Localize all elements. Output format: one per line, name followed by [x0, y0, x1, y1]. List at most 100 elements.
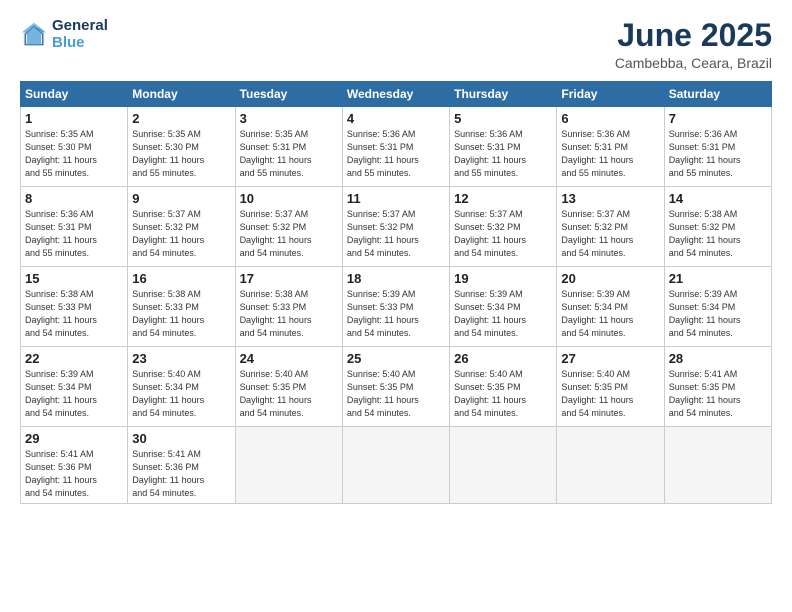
day-number: 25: [347, 351, 445, 366]
cell-content: Sunrise: 5:37 AMSunset: 5:32 PMDaylight:…: [561, 208, 659, 260]
table-row: 4 Sunrise: 5:36 AMSunset: 5:31 PMDaylight…: [342, 107, 449, 187]
day-number: 8: [25, 191, 123, 206]
cell-content: Sunrise: 5:39 AMSunset: 5:34 PMDaylight:…: [25, 368, 123, 420]
day-number: 9: [132, 191, 230, 206]
day-number: 29: [25, 431, 123, 446]
calendar-table: Sunday Monday Tuesday Wednesday Thursday…: [20, 81, 772, 504]
day-number: 3: [240, 111, 338, 126]
table-row: 21Sunrise: 5:39 AMSunset: 5:34 PMDayligh…: [664, 267, 771, 347]
table-row: 1 Sunrise: 5:35 AMSunset: 5:30 PMDaylight…: [21, 107, 128, 187]
day-number: 22: [25, 351, 123, 366]
day-number: 20: [561, 271, 659, 286]
cell-content: Sunrise: 5:41 AMSunset: 5:36 PMDaylight:…: [132, 448, 230, 500]
day-number: 2: [132, 111, 230, 126]
day-number: 30: [132, 431, 230, 446]
day-number: 10: [240, 191, 338, 206]
header: General Blue June 2025 Cambebba, Ceara, …: [20, 18, 772, 71]
table-row: [450, 427, 557, 504]
table-row: 20Sunrise: 5:39 AMSunset: 5:34 PMDayligh…: [557, 267, 664, 347]
cell-content: Sunrise: 5:40 AMSunset: 5:35 PMDaylight:…: [561, 368, 659, 420]
table-row: 15 Sunrise: 5:38 AMSunset: 5:33 PMDayligh…: [21, 267, 128, 347]
table-row: [557, 427, 664, 504]
cell-content: Sunrise: 5:40 AMSunset: 5:35 PMDaylight:…: [240, 368, 338, 420]
table-row: 19 Sunrise: 5:39 AMSunset: 5:34 PMDayligh…: [450, 267, 557, 347]
day-number: 16: [132, 271, 230, 286]
calendar-header-row: Sunday Monday Tuesday Wednesday Thursday…: [21, 82, 772, 107]
cell-content: Sunrise: 5:40 AMSunset: 5:35 PMDaylight:…: [347, 368, 445, 420]
day-number: 15: [25, 271, 123, 286]
cell-content: Sunrise: 5:36 AMSunset: 5:31 PMDaylight:…: [561, 128, 659, 180]
calendar-week-2: 8 Sunrise: 5:36 AMSunset: 5:31 PMDaylight…: [21, 187, 772, 267]
cell-content: Sunrise: 5:37 AMSunset: 5:32 PMDaylight:…: [347, 208, 445, 260]
col-saturday: Saturday: [664, 82, 771, 107]
table-row: [664, 427, 771, 504]
table-row: 27 Sunrise: 5:40 AMSunset: 5:35 PMDayligh…: [557, 347, 664, 427]
day-number: 17: [240, 271, 338, 286]
table-row: 8 Sunrise: 5:36 AMSunset: 5:31 PMDaylight…: [21, 187, 128, 267]
calendar-week-3: 15 Sunrise: 5:38 AMSunset: 5:33 PMDayligh…: [21, 267, 772, 347]
month-title: June 2025: [615, 18, 772, 53]
location: Cambebba, Ceara, Brazil: [615, 55, 772, 71]
table-row: 11Sunrise: 5:37 AMSunset: 5:32 PMDayligh…: [342, 187, 449, 267]
calendar-week-1: 1 Sunrise: 5:35 AMSunset: 5:30 PMDaylight…: [21, 107, 772, 187]
cell-content: Sunrise: 5:41 AMSunset: 5:35 PMDaylight:…: [669, 368, 767, 420]
day-number: 13: [561, 191, 659, 206]
day-number: 1: [25, 111, 123, 126]
table-row: 22 Sunrise: 5:39 AMSunset: 5:34 PMDayligh…: [21, 347, 128, 427]
table-row: 7 Sunrise: 5:36 AMSunset: 5:31 PMDaylight…: [664, 107, 771, 187]
day-number: 5: [454, 111, 552, 126]
table-row: 9 Sunrise: 5:37 AMSunset: 5:32 PMDaylight…: [128, 187, 235, 267]
cell-content: Sunrise: 5:36 AMSunset: 5:31 PMDaylight:…: [347, 128, 445, 180]
table-row: 13 Sunrise: 5:37 AMSunset: 5:32 PMDayligh…: [557, 187, 664, 267]
col-wednesday: Wednesday: [342, 82, 449, 107]
cell-content: Sunrise: 5:36 AMSunset: 5:31 PMDaylight:…: [454, 128, 552, 180]
cell-content: Sunrise: 5:39 AMSunset: 5:34 PMDaylight:…: [454, 288, 552, 340]
cell-content: Sunrise: 5:38 AMSunset: 5:33 PMDaylight:…: [240, 288, 338, 340]
col-thursday: Thursday: [450, 82, 557, 107]
table-row: 28Sunrise: 5:41 AMSunset: 5:35 PMDayligh…: [664, 347, 771, 427]
logo: General Blue: [20, 18, 108, 51]
table-row: 30 Sunrise: 5:41 AMSunset: 5:36 PMDayligh…: [128, 427, 235, 504]
table-row: 25 Sunrise: 5:40 AMSunset: 5:35 PMDayligh…: [342, 347, 449, 427]
calendar-week-5: 29 Sunrise: 5:41 AMSunset: 5:36 PMDayligh…: [21, 427, 772, 504]
table-row: 2 Sunrise: 5:35 AMSunset: 5:30 PMDaylight…: [128, 107, 235, 187]
col-sunday: Sunday: [21, 82, 128, 107]
cell-content: Sunrise: 5:36 AMSunset: 5:31 PMDaylight:…: [25, 208, 123, 260]
day-number: 4: [347, 111, 445, 126]
title-block: June 2025 Cambebba, Ceara, Brazil: [615, 18, 772, 71]
col-friday: Friday: [557, 82, 664, 107]
table-row: 10 Sunrise: 5:37 AMSunset: 5:32 PMDayligh…: [235, 187, 342, 267]
cell-content: Sunrise: 5:37 AMSunset: 5:32 PMDaylight:…: [132, 208, 230, 260]
table-row: 6Sunrise: 5:36 AMSunset: 5:31 PMDaylight…: [557, 107, 664, 187]
day-number: 21: [669, 271, 767, 286]
table-row: 12Sunrise: 5:37 AMSunset: 5:32 PMDayligh…: [450, 187, 557, 267]
logo-icon: [20, 21, 48, 49]
table-row: [235, 427, 342, 504]
page: General Blue June 2025 Cambebba, Ceara, …: [0, 0, 792, 612]
table-row: 18 Sunrise: 5:39 AMSunset: 5:33 PMDayligh…: [342, 267, 449, 347]
day-number: 26: [454, 351, 552, 366]
cell-content: Sunrise: 5:37 AMSunset: 5:32 PMDaylight:…: [240, 208, 338, 260]
cell-content: Sunrise: 5:40 AMSunset: 5:35 PMDaylight:…: [454, 368, 552, 420]
cell-content: Sunrise: 5:35 AMSunset: 5:30 PMDaylight:…: [132, 128, 230, 180]
table-row: 23Sunrise: 5:40 AMSunset: 5:34 PMDayligh…: [128, 347, 235, 427]
table-row: 17 Sunrise: 5:38 AMSunset: 5:33 PMDayligh…: [235, 267, 342, 347]
col-tuesday: Tuesday: [235, 82, 342, 107]
cell-content: Sunrise: 5:36 AMSunset: 5:31 PMDaylight:…: [669, 128, 767, 180]
day-number: 19: [454, 271, 552, 286]
table-row: 16 Sunrise: 5:38 AMSunset: 5:33 PMDayligh…: [128, 267, 235, 347]
cell-content: Sunrise: 5:35 AMSunset: 5:30 PMDaylight:…: [25, 128, 123, 180]
col-monday: Monday: [128, 82, 235, 107]
table-row: 14Sunrise: 5:38 AMSunset: 5:32 PMDayligh…: [664, 187, 771, 267]
cell-content: Sunrise: 5:38 AMSunset: 5:33 PMDaylight:…: [25, 288, 123, 340]
cell-content: Sunrise: 5:38 AMSunset: 5:33 PMDaylight:…: [132, 288, 230, 340]
cell-content: Sunrise: 5:40 AMSunset: 5:34 PMDaylight:…: [132, 368, 230, 420]
day-number: 27: [561, 351, 659, 366]
logo-text: General Blue: [52, 18, 108, 51]
table-row: 24Sunrise: 5:40 AMSunset: 5:35 PMDayligh…: [235, 347, 342, 427]
day-number: 12: [454, 191, 552, 206]
day-number: 7: [669, 111, 767, 126]
cell-content: Sunrise: 5:39 AMSunset: 5:33 PMDaylight:…: [347, 288, 445, 340]
table-row: 29Sunrise: 5:41 AMSunset: 5:36 PMDayligh…: [21, 427, 128, 504]
day-number: 18: [347, 271, 445, 286]
